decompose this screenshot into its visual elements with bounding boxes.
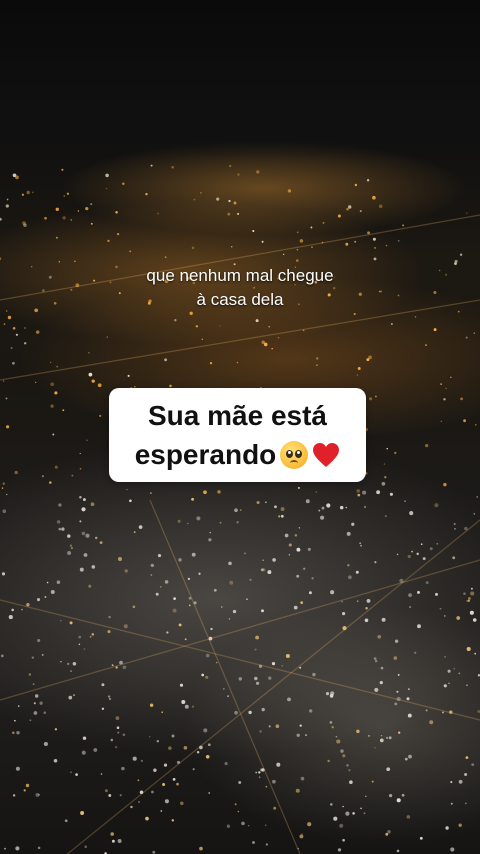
caption-text: que nenhum mal chegue à casa dela [0, 264, 480, 312]
sticker-line-2-text: esperando [134, 439, 277, 470]
caption-line-2: à casa dela [196, 290, 284, 309]
video-frame[interactable]: que nenhum mal chegue à casa dela Sua mã… [0, 0, 480, 854]
pleading-face-icon [280, 441, 309, 469]
text-sticker: Sua mãe está esperando [109, 388, 366, 482]
sticker-line-2: esperando [121, 435, 354, 474]
red-heart-icon [312, 442, 340, 468]
caption-line-1: que nenhum mal chegue [146, 266, 334, 285]
sticker-line-1: Sua mãe está [148, 400, 327, 431]
